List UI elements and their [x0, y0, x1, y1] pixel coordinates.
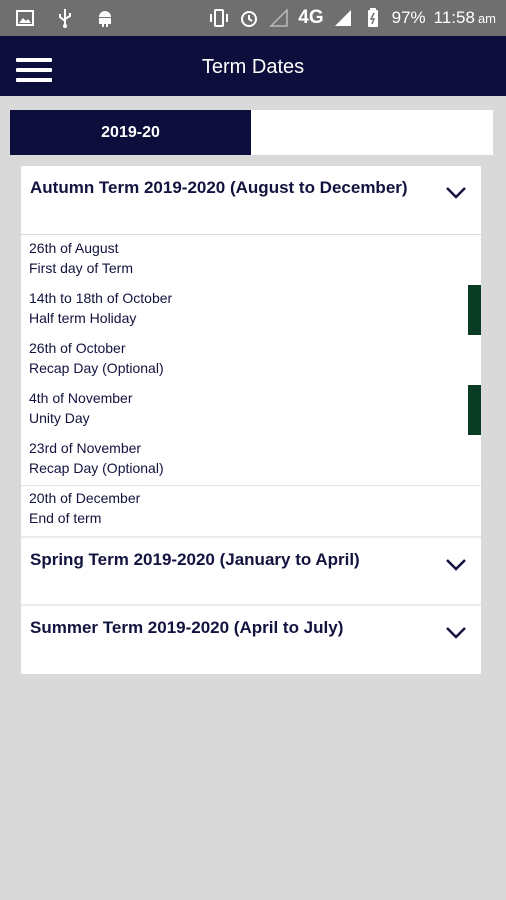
- page-title: Term Dates: [201, 56, 305, 78]
- term-header-summer[interactable]: Summer Term 2019-2020 (April to July): [21, 606, 481, 674]
- list-item[interactable]: 4th of November Unity Day: [29, 388, 133, 428]
- signal-strength-icon: [332, 7, 354, 29]
- term-card-autumn: Autumn Term 2019-2020 (August to Decembe…: [21, 166, 481, 234]
- chevron-down-icon: [446, 627, 466, 639]
- entry-description: Unity Day: [29, 410, 90, 426]
- app-bar: Term Dates: [0, 36, 506, 96]
- entry-description: End of term: [29, 510, 102, 526]
- term-entries-autumn: 26th of August First day of Term 14th to…: [21, 235, 481, 536]
- holiday-marker: [468, 285, 481, 335]
- image-icon: [14, 7, 36, 29]
- signal-icon: [268, 7, 290, 29]
- year-tabs: 2019-20: [10, 110, 493, 155]
- entry-date: 23rd of November: [29, 440, 142, 456]
- vibrate-icon: [208, 7, 230, 29]
- entry-date: 14th to 18th of October: [29, 290, 173, 306]
- battery-icon: [362, 7, 384, 29]
- chevron-down-icon: [446, 187, 466, 199]
- chevron-down-icon: [446, 559, 466, 571]
- clock-ampm: am: [477, 10, 496, 26]
- list-item[interactable]: 14th to 18th of October Half term Holida…: [29, 288, 172, 328]
- tab-2019-20[interactable]: 2019-20: [10, 110, 251, 155]
- status-bar: 4G 97% 11:58 am: [0, 0, 506, 36]
- battery-level: 97%: [391, 8, 426, 27]
- entry-description: First day of Term: [29, 260, 133, 276]
- android-icon: [94, 7, 116, 29]
- entry-description: Half term Holiday: [29, 310, 137, 326]
- entry-date: 20th of December: [29, 490, 141, 506]
- entry-description: Recap Day (Optional): [29, 460, 164, 476]
- network-type: 4G: [298, 7, 324, 28]
- usb-icon: [54, 7, 76, 29]
- entry-description: Recap Day (Optional): [29, 360, 164, 376]
- term-header-spring[interactable]: Spring Term 2019-2020 (January to April): [21, 538, 481, 606]
- term-card-summer: Summer Term 2019-2020 (April to July): [21, 604, 481, 674]
- entry-date: 26th of August: [29, 240, 119, 256]
- tab-empty[interactable]: [251, 110, 492, 155]
- entry-date: 26th of October: [29, 340, 126, 356]
- clock-time: 11:58: [433, 8, 475, 27]
- term-title: Spring Term 2019-2020 (January to April): [30, 550, 360, 569]
- divider: [21, 485, 481, 486]
- term-header-autumn[interactable]: Autumn Term 2019-2020 (August to Decembe…: [21, 166, 481, 234]
- holiday-marker: [468, 385, 481, 435]
- term-title: Summer Term 2019-2020 (April to July): [30, 618, 344, 637]
- list-item[interactable]: 26th of August First day of Term: [29, 238, 133, 278]
- list-item[interactable]: 20th of December End of term: [29, 488, 140, 528]
- entry-date: 4th of November: [29, 390, 133, 406]
- list-item[interactable]: 23rd of November Recap Day (Optional): [29, 438, 164, 478]
- term-card-spring: Spring Term 2019-2020 (January to April): [21, 536, 481, 606]
- alarm-icon: [238, 7, 260, 29]
- list-item[interactable]: 26th of October Recap Day (Optional): [29, 338, 164, 378]
- term-title: Autumn Term 2019-2020 (August to Decembe…: [30, 178, 408, 197]
